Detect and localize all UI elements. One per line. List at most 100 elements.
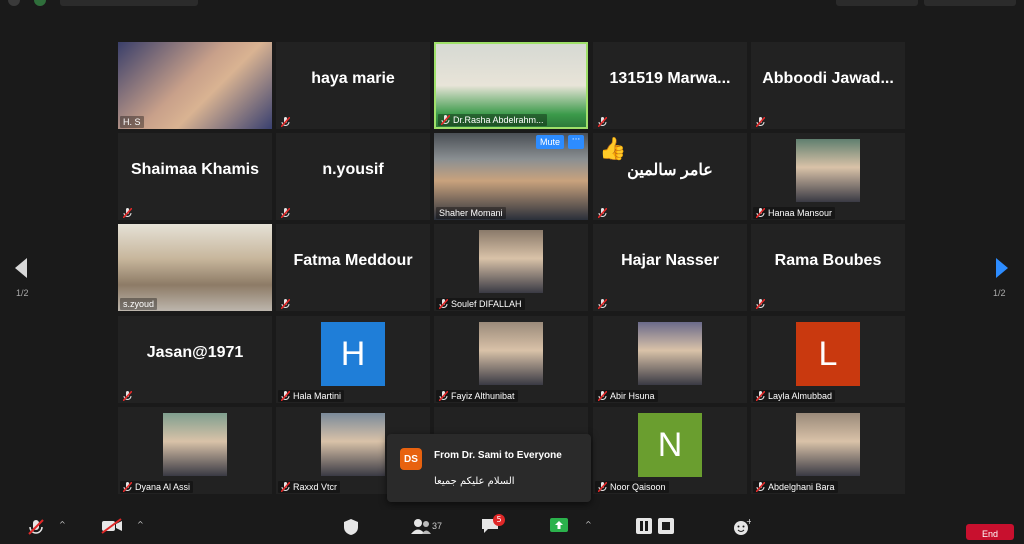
participant-tile[interactable]: Jasan@1971 — [118, 316, 272, 403]
muted-mic-icon — [756, 391, 765, 401]
muted-mic-icon — [598, 482, 607, 492]
muted-mic-icon — [598, 117, 607, 127]
participant-name-text: Fatma Meddour — [293, 251, 413, 269]
reactions-icon[interactable]: + — [733, 517, 753, 540]
participant-tile[interactable]: 👍 عامر سالمين — [593, 133, 747, 220]
more-options-button[interactable]: ··· — [568, 135, 584, 149]
participant-tile[interactable]: Dr.Rasha Abdelrahm... — [434, 42, 588, 129]
pause-recording-icon[interactable] — [636, 518, 652, 538]
participant-caption-name: Dyana Al Assi — [135, 482, 191, 492]
participant-caption-name: Abdelghani Bara — [768, 482, 835, 492]
participant-letter-avatar: H — [321, 322, 385, 386]
muted-mic-icon — [439, 299, 448, 309]
participant-tile[interactable]: Hanaa Mansour — [751, 133, 905, 220]
participant-tile[interactable]: Shaimaa Khamis — [118, 133, 272, 220]
muted-mic-icon — [123, 391, 132, 401]
muted-mic-icon — [598, 299, 607, 309]
muted-mic-icon — [598, 208, 607, 218]
participant-profile-photo — [163, 413, 227, 476]
participant-profile-photo — [321, 413, 385, 476]
participant-tile[interactable]: Abir Hsuna — [593, 316, 747, 403]
participant-tile[interactable]: Hajar Nasser — [593, 224, 747, 311]
participant-caption: H. S — [120, 116, 144, 128]
participant-caption-name: Layla Almubbad — [768, 391, 833, 401]
muted-mic-icon — [756, 482, 765, 492]
participant-display-name: عامر سالمين — [593, 133, 747, 206]
security-shield-icon[interactable] — [34, 0, 46, 6]
muted-mic-icon — [281, 208, 290, 218]
participant-name-text: Hajar Nasser — [621, 251, 719, 269]
participant-tile[interactable]: s.zyoud — [118, 224, 272, 311]
participant-tile[interactable]: haya marie — [276, 42, 430, 129]
participant-name-text: 131519 Marwa... — [609, 69, 731, 87]
participant-profile-photo — [796, 139, 860, 202]
muted-mic-icon — [123, 482, 132, 492]
participant-display-name: Shaimaa Khamis — [118, 133, 272, 206]
participant-tile[interactable]: N Noor Qaisoon — [593, 407, 747, 494]
participant-caption-name: H. S — [123, 117, 141, 127]
sender-avatar: DS — [400, 448, 422, 470]
participant-profile-photo — [479, 322, 543, 385]
fullscreen-pill[interactable] — [924, 0, 1016, 6]
audio-options-chevron-icon[interactable]: ^ — [59, 520, 66, 529]
share-options-chevron-icon[interactable]: ^ — [585, 520, 592, 529]
participant-tile[interactable]: Fatma Meddour — [276, 224, 430, 311]
participant-tile[interactable]: Abdelghani Bara — [751, 407, 905, 494]
page-indicator-right: 1/2 — [993, 288, 1006, 298]
participant-tile[interactable]: Abboodi Jawad... — [751, 42, 905, 129]
participant-tile[interactable]: H Hala Martini — [276, 316, 430, 403]
participant-name-text: Shaimaa Khamis — [130, 160, 260, 178]
window-control-icon[interactable] — [8, 0, 20, 6]
muted-mic-icon — [281, 391, 290, 401]
participant-tile[interactable]: Rama Boubes — [751, 224, 905, 311]
participant-caption-name: Hala Martini — [293, 391, 342, 401]
participant-caption — [120, 207, 135, 219]
participant-tile[interactable]: 131519 Marwa... — [593, 42, 747, 129]
participant-caption-name: Hanaa Mansour — [768, 208, 833, 218]
participant-letter-avatar: L — [796, 322, 860, 386]
participant-caption-name: s.zyoud — [123, 299, 155, 309]
participant-name-text: n.yousif — [322, 160, 384, 178]
stop-recording-icon[interactable] — [658, 518, 674, 538]
meeting-toolbar: ^ ^ 37 5 ^ + — [0, 510, 1024, 535]
meeting-info-pill[interactable] — [60, 0, 198, 6]
next-page-arrow-icon[interactable] — [995, 258, 1009, 278]
muted-mic-icon — [439, 391, 448, 401]
participant-tile[interactable]: Soulef DIFALLAH — [434, 224, 588, 311]
participant-tile[interactable]: Fayiz Althunibat — [434, 316, 588, 403]
previous-page-arrow-icon[interactable] — [14, 258, 28, 278]
muted-mic-icon — [123, 208, 132, 218]
muted-mic-icon — [756, 299, 765, 309]
start-video-icon[interactable] — [101, 518, 123, 538]
participant-tile[interactable]: L Layla Almubbad — [751, 316, 905, 403]
participant-tile[interactable]: H. S — [118, 42, 272, 129]
video-options-chevron-icon[interactable]: ^ — [137, 520, 144, 529]
participant-name-text: Jasan@1971 — [146, 343, 244, 361]
participant-name-text: Abboodi Jawad... — [762, 69, 894, 87]
participants-icon[interactable] — [410, 518, 432, 538]
participant-caption: Hala Martini — [278, 390, 345, 402]
view-toggle-pill[interactable] — [836, 0, 918, 6]
participant-caption: Dr.Rasha Abdelrahm... — [438, 114, 547, 126]
participant-tile[interactable]: n.yousif — [276, 133, 430, 220]
participant-caption: Fayiz Althunibat — [436, 390, 518, 402]
share-screen-icon[interactable] — [550, 518, 568, 538]
participant-caption — [278, 116, 293, 128]
participant-display-name: Rama Boubes — [751, 224, 905, 297]
participant-caption: Dyana Al Assi — [120, 481, 194, 493]
participant-caption — [753, 298, 768, 310]
unmute-mic-icon[interactable] — [27, 518, 45, 540]
participant-tile[interactable]: Dyana Al Assi — [118, 407, 272, 494]
chat-sender-line: From Dr. Sami to Everyone — [434, 450, 562, 461]
chat-unread-badge: 5 — [493, 514, 505, 526]
mute-participant-button[interactable]: Mute — [535, 135, 564, 149]
participants-count: 37 — [432, 521, 443, 531]
participant-caption: Hanaa Mansour — [753, 207, 836, 219]
chat-notification[interactable]: DS From Dr. Sami to Everyone السلام عليك… — [387, 434, 591, 502]
participant-display-name: Fatma Meddour — [276, 224, 430, 297]
participant-tile[interactable]: Mute ··· Shaher Momani — [434, 133, 588, 220]
participant-letter-avatar: N — [638, 413, 702, 477]
end-meeting-button[interactable]: End — [966, 524, 1014, 540]
security-icon[interactable] — [343, 518, 359, 540]
participant-display-name: Hajar Nasser — [593, 224, 747, 297]
